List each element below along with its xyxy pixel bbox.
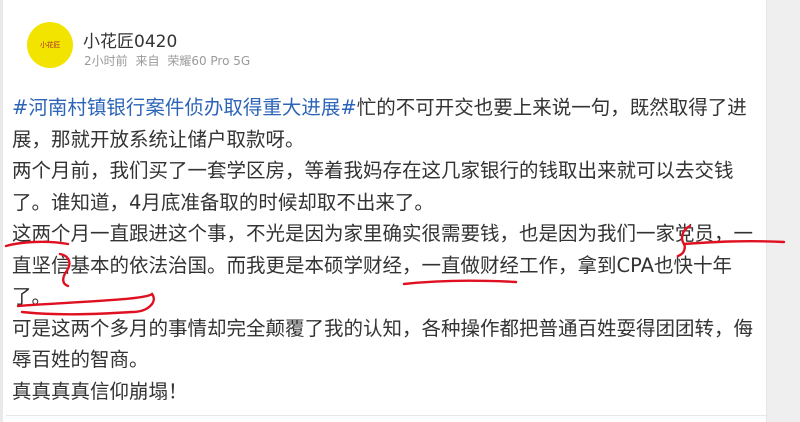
source-prefix: 来自	[135, 54, 160, 68]
paragraph-1: #河南村镇银行案件侦办取得重大进展#忙的不可开交也要上来说一句，既然取得了进展，…	[12, 92, 762, 155]
post-meta: 2小时前 来自 荣耀60 Pro 5G	[84, 52, 254, 69]
paragraph-4: 可是这两个多月的事情却完全颠覆了我的认知，各种操作都把普通百姓耍得团团转，侮辱百…	[12, 316, 754, 372]
card-divider	[6, 415, 769, 416]
post-content: #河南村镇银行案件侦办取得重大进展#忙的不可开交也要上来说一句，既然取得了进展，…	[12, 92, 762, 407]
paragraph-2: 两个月前，我们买了一套学区房，等着我妈存在这几家银行的钱取出来就可以去交钱了。谁…	[12, 159, 734, 214]
weibo-post-card: 小花匠 小花匠0420 2小时前 来自 荣耀60 Pro 5G #河南村镇银行案…	[3, 0, 769, 422]
avatar[interactable]: 小花匠	[27, 22, 73, 68]
username[interactable]: 小花匠0420	[83, 27, 177, 52]
paragraph-5: 真真真真信仰崩塌！	[12, 379, 188, 403]
paragraph-3: 这两个月一直跟进这个事，不光是因为家里确实很需要钱，也是因为我们一家党员，一直坚…	[12, 222, 754, 308]
avatar-text: 小花匠	[39, 41, 61, 49]
right-scroll-gutter	[766, 0, 800, 422]
device-source[interactable]: 荣耀60 Pro 5G	[167, 54, 250, 68]
post-time: 2小时前	[84, 54, 128, 68]
hashtag-link[interactable]: #河南村镇银行案件侦办取得重大进展#	[12, 96, 357, 119]
